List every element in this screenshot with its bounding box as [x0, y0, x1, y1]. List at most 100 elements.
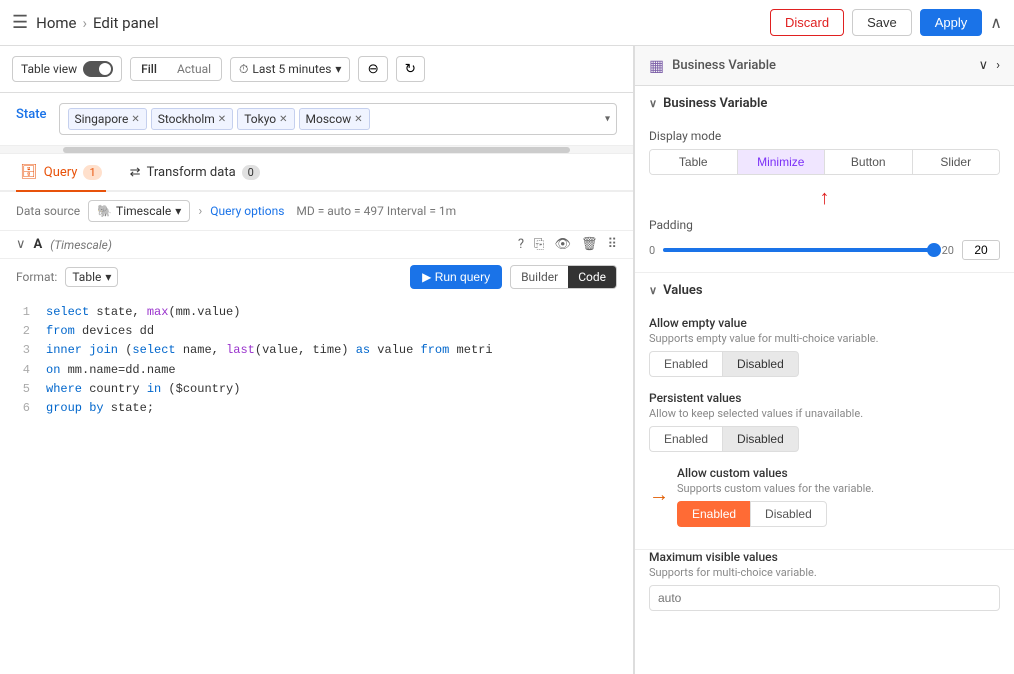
code-option[interactable]: Code — [568, 266, 616, 288]
state-label: State — [16, 103, 47, 122]
timescale-db-icon: 🐘 — [97, 204, 112, 218]
persistent-label: Persistent values — [649, 391, 1000, 405]
visualization-toolbar: Table view Fill Actual ⏱ Last 5 minutes … — [0, 46, 633, 93]
tag-close-icon[interactable]: ✕ — [218, 114, 226, 125]
horizontal-scrollbar[interactable] — [0, 146, 633, 154]
run-query-button[interactable]: ▶ Run query — [410, 265, 502, 289]
max-visible-label: Maximum visible values — [649, 550, 1000, 564]
allow-empty-disabled-btn[interactable]: Disabled — [722, 351, 799, 377]
datasource-dropdown-icon: ▾ — [175, 204, 181, 218]
code-line-2: 2 from devices dd — [16, 322, 617, 341]
breadcrumb-current: Edit panel — [93, 14, 159, 32]
tag-close-icon[interactable]: ✕ — [279, 114, 287, 125]
allow-empty-desc: Supports empty value for multi-choice va… — [649, 332, 1000, 345]
state-tags-container[interactable]: Singapore ✕ Stockholm ✕ Tokyo ✕ Moscow ✕… — [59, 103, 617, 135]
format-dropdown-icon: ▾ — [105, 270, 111, 284]
breadcrumb-home[interactable]: Home — [36, 14, 76, 32]
custom-values-group: → Allow custom values Supports custom va… — [649, 466, 1000, 527]
refresh-button[interactable]: ↻ — [396, 56, 425, 82]
tag-moscow: Moscow ✕ — [299, 108, 370, 130]
mode-slider[interactable]: Slider — [913, 150, 1000, 174]
datasource-selector[interactable]: 🐘 Timescale ▾ — [88, 200, 190, 222]
apply-button[interactable]: Apply — [920, 9, 983, 36]
padding-slider-row: 0 20 — [649, 240, 1000, 260]
query-tab-label: Query — [44, 165, 78, 180]
slider-min-label: 0 — [649, 244, 655, 257]
custom-enabled-btn[interactable]: Enabled — [677, 501, 750, 527]
toggle-dot — [99, 63, 111, 75]
custom-label: Allow custom values — [677, 466, 1000, 480]
datasource-row: Data source 🐘 Timescale ▾ › Query option… — [0, 192, 633, 231]
query-collapse-button[interactable]: ∨ — [16, 237, 26, 252]
panel-type-icon: ▦ — [649, 56, 664, 75]
time-dropdown-icon: ▾ — [335, 62, 341, 76]
sql-editor[interactable]: 1 select state, max(mm.value) 2 from dev… — [0, 295, 633, 674]
allow-empty-enabled-btn[interactable]: Enabled — [649, 351, 722, 377]
left-panel: Table view Fill Actual ⏱ Last 5 minutes … — [0, 46, 634, 674]
query-editor-header: ∨ A (Timescale) ? ⎘ 👁 🗑 ⠿ — [0, 231, 633, 259]
query-copy-icon[interactable]: ⎘ — [534, 237, 544, 252]
tag-close-icon[interactable]: ✕ — [131, 114, 139, 125]
custom-disabled-btn[interactable]: Disabled — [750, 501, 827, 527]
right-panel-chevron[interactable]: ∨ — [979, 58, 989, 73]
table-view-toggle[interactable]: Table view — [12, 56, 122, 82]
allow-empty-toggle: Enabled Disabled — [649, 351, 1000, 377]
query-help-icon[interactable]: ? — [518, 237, 524, 252]
right-panel-title: Business Variable — [672, 58, 776, 73]
persistent-values-group: Persistent values Allow to keep selected… — [649, 391, 1000, 452]
query-identifier: A — [34, 237, 43, 252]
hamburger-icon[interactable]: ☰ — [12, 12, 28, 33]
actual-option[interactable]: Actual — [167, 58, 221, 80]
right-panel: ▦ Business Variable ∨ › ∨ Business Varia… — [634, 46, 1014, 674]
mode-minimize[interactable]: Minimize — [738, 150, 826, 174]
persistent-disabled-btn[interactable]: Disabled — [722, 426, 799, 452]
save-button[interactable]: Save — [852, 9, 912, 36]
query-action-icons: ? ⎘ 👁 🗑 ⠿ — [518, 237, 617, 252]
padding-value-input[interactable] — [962, 240, 1000, 260]
query-delete-icon[interactable]: 🗑 — [581, 237, 598, 252]
code-line-1: 1 select state, max(mm.value) — [16, 303, 617, 322]
builder-option[interactable]: Builder — [511, 266, 568, 288]
padding-slider[interactable] — [663, 248, 933, 252]
right-panel-arrow[interactable]: › — [996, 58, 1000, 73]
right-panel-header: ▦ Business Variable ∨ › — [635, 46, 1014, 86]
tags-dropdown-icon[interactable]: ▾ — [605, 114, 610, 125]
tab-transform[interactable]: ⇄ Transform data 0 — [126, 155, 264, 192]
tag-label: Tokyo — [244, 112, 276, 126]
transform-badge: 0 — [242, 165, 260, 180]
mode-button[interactable]: Button — [825, 150, 913, 174]
mode-table[interactable]: Table — [650, 150, 738, 174]
custom-desc: Supports custom values for the variable. — [677, 482, 1000, 495]
values-section-header[interactable]: ∨ Values — [635, 273, 1014, 308]
query-eye-icon[interactable]: 👁 — [554, 237, 571, 252]
query-options-link[interactable]: Query options — [210, 204, 284, 218]
max-visible-input[interactable] — [649, 585, 1000, 611]
display-mode-label: Display mode — [649, 129, 1000, 143]
breadcrumb: Home › Edit panel — [36, 14, 158, 32]
bv-section-header[interactable]: ∨ Business Variable — [635, 86, 1014, 121]
query-datasource-label: (Timescale) — [50, 238, 112, 252]
values-section-label: Values — [663, 283, 702, 298]
tab-query[interactable]: 🗄 Query 1 — [16, 154, 106, 192]
bv-section-chevron: ∨ — [649, 97, 657, 110]
code-line-5: 5 where country in ($country) — [16, 380, 617, 399]
code-line-3: 3 inner join (select name, last(value, t… — [16, 341, 617, 360]
state-filter-row: State Singapore ✕ Stockholm ✕ Tokyo ✕ Mo… — [0, 93, 633, 146]
persistent-toggle: Enabled Disabled — [649, 426, 1000, 452]
query-meta: MD = auto = 497 Interval = 1m — [296, 204, 456, 218]
builder-code-toggle: Builder Code — [510, 265, 617, 289]
zoom-out-button[interactable]: ⊖ — [358, 56, 387, 82]
fill-option[interactable]: Fill — [131, 58, 167, 80]
format-selector[interactable]: Table ▾ — [65, 267, 118, 287]
toggle-pill[interactable] — [83, 61, 113, 77]
tag-close-icon[interactable]: ✕ — [354, 114, 362, 125]
query-drag-icon[interactable]: ⠿ — [607, 237, 617, 252]
persistent-enabled-btn[interactable]: Enabled — [649, 426, 722, 452]
time-range-selector[interactable]: ⏱ Last 5 minutes ▾ — [230, 57, 350, 82]
business-variable-section: ∨ Business Variable Display mode Table M… — [635, 86, 1014, 273]
collapse-panel-button[interactable]: ∧ — [990, 13, 1002, 33]
display-mode-row: Display mode Table Minimize Button Slide… — [635, 121, 1014, 183]
discard-button[interactable]: Discard — [770, 9, 844, 36]
slider-thumb[interactable] — [927, 243, 941, 257]
topbar: ☰ Home › Edit panel Discard Save Apply ∧ — [0, 0, 1014, 46]
